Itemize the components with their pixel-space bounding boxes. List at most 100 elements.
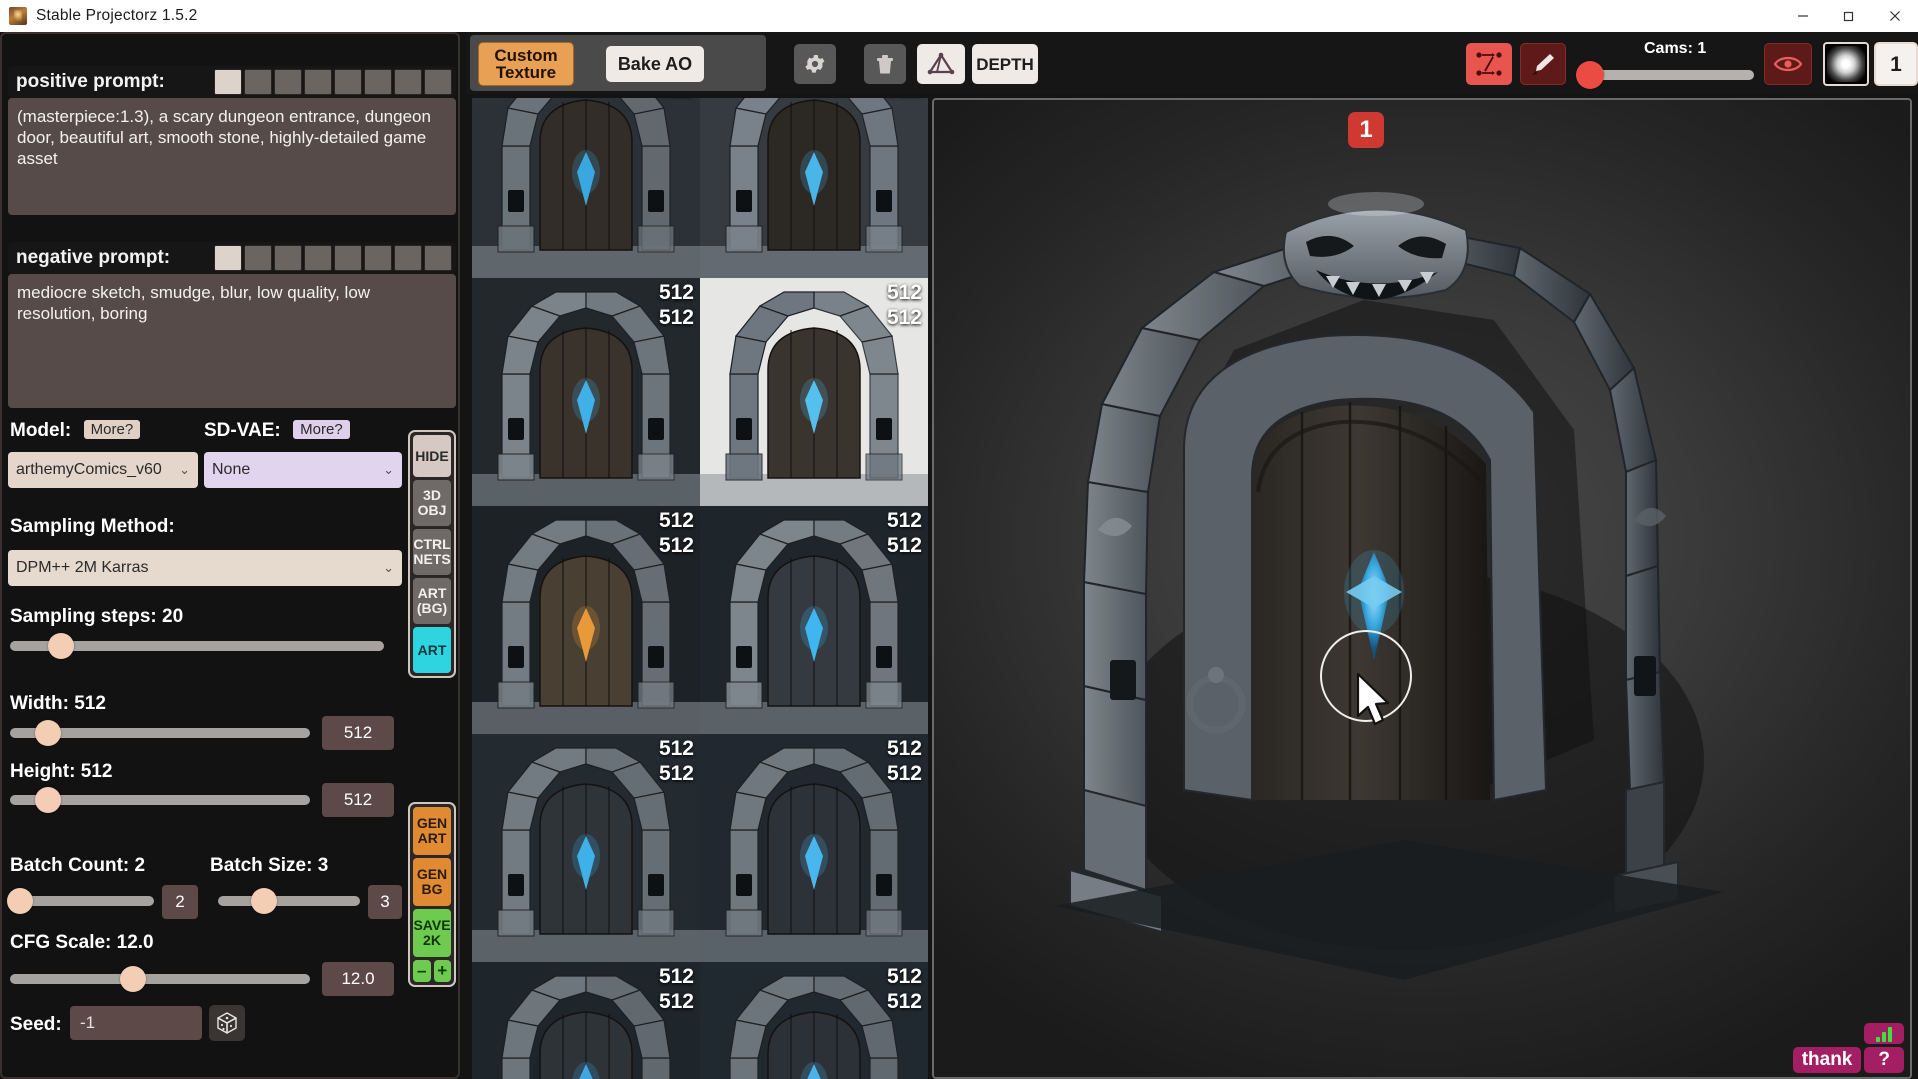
gen-bg-button[interactable]: GEN BG	[413, 858, 451, 906]
gallery-item[interactable]: 512512	[700, 506, 928, 734]
help-button[interactable]: ?	[1864, 1047, 1904, 1073]
close-icon[interactable]	[1872, 0, 1918, 32]
seed-input[interactable]: -1	[70, 1006, 202, 1040]
custom-texture-button[interactable]: Custom Texture	[478, 42, 574, 86]
neg-swatch-2[interactable]	[244, 245, 272, 271]
save-2k-button[interactable]: SAVE 2K	[413, 909, 451, 957]
cfg-scale-slider[interactable]	[10, 966, 310, 992]
trash-icon[interactable]	[864, 44, 906, 84]
mouse-pointer-icon	[1354, 672, 1396, 735]
gallery-item[interactable]: 512512	[472, 98, 700, 278]
sampling-steps-slider[interactable]	[10, 633, 384, 659]
ctrl-nets-button[interactable]: CTRL NETS	[413, 529, 451, 575]
cams-slider[interactable]	[1576, 61, 1754, 89]
minimize-icon[interactable]	[1780, 0, 1826, 32]
batch-size-knob[interactable]	[251, 888, 277, 914]
negative-prompt-input[interactable]: mediocre sketch, smudge, blur, low quali…	[8, 274, 456, 408]
positive-prompt-swatches[interactable]	[214, 69, 452, 95]
swatch-6[interactable]	[364, 69, 392, 95]
thumbnail-resolution: 512512	[887, 98, 922, 102]
gallery-item[interactable]: 512512	[700, 734, 928, 962]
decrease-button[interactable]: –	[413, 960, 431, 982]
sampling-steps-knob[interactable]	[48, 633, 74, 659]
gallery-item[interactable]: 512512	[700, 98, 928, 278]
maximize-icon[interactable]	[1826, 0, 1872, 32]
swatch-5[interactable]	[334, 69, 362, 95]
swatch-1[interactable]	[214, 69, 242, 95]
sampling-method-label: Sampling Method:	[10, 516, 175, 537]
model-more-button[interactable]: More?	[83, 420, 141, 439]
batch-size-label: Batch Size: 3	[210, 855, 329, 876]
seed-label: Seed:	[10, 1014, 62, 1035]
batch-count-value[interactable]: 2	[162, 885, 198, 919]
dice-icon[interactable]	[209, 1005, 245, 1041]
neg-swatch-8[interactable]	[424, 245, 452, 271]
gear-icon[interactable]	[794, 44, 836, 84]
cam-number-button[interactable]: 1	[1874, 42, 1918, 86]
thumbnail-door-art	[472, 98, 700, 278]
custom-texture-line1: Custom	[494, 46, 558, 65]
batch-count-knob[interactable]	[7, 888, 33, 914]
model-select[interactable]: arthemyComics_v60 ⌄	[8, 452, 198, 488]
gallery-item[interactable]: 512512	[472, 506, 700, 734]
hide-button[interactable]: HIDE	[413, 435, 451, 477]
cfg-scale-value[interactable]: 12.0	[322, 962, 394, 996]
art-button[interactable]: ART	[413, 627, 451, 673]
soft-brush-preview-icon[interactable]	[1823, 42, 1869, 86]
width-value[interactable]: 512	[322, 716, 394, 750]
gallery-item[interactable]: 512512	[700, 278, 928, 506]
bake-ao-label: Bake AO	[617, 53, 693, 74]
swatch-3[interactable]	[274, 69, 302, 95]
height-slider[interactable]	[10, 787, 310, 813]
swatch-7[interactable]	[394, 69, 422, 95]
height-value[interactable]: 512	[322, 783, 394, 817]
neg-swatch-1[interactable]	[214, 245, 242, 271]
bake-ao-button[interactable]: Bake AO	[606, 46, 704, 82]
swatch-2[interactable]	[244, 69, 272, 95]
batch-count-slider[interactable]	[7, 888, 154, 914]
sd-vae-select[interactable]: None ⌄	[204, 452, 402, 488]
batch-size-slider[interactable]	[218, 888, 360, 914]
thumbnail-resolution: 512512	[658, 965, 694, 1013]
negative-prompt-swatches[interactable]	[214, 245, 452, 271]
stats-button[interactable]	[1864, 1023, 1904, 1044]
gallery-item[interactable]: 512512	[472, 734, 700, 962]
thumbnail-resolution: 512512	[886, 509, 922, 557]
thumbnail-resolution: 512512	[886, 965, 922, 1013]
app-body: positive prompt: (masterpiece:1.3), a sc…	[0, 32, 1918, 1079]
sampling-method-select[interactable]: DPM++ 2M Karras ⌄	[8, 550, 402, 586]
3d-obj-button[interactable]: 3D OBJ	[413, 480, 451, 526]
vae-more-button[interactable]: More?	[293, 420, 350, 439]
neg-swatch-7[interactable]	[394, 245, 422, 271]
cfg-scale-knob[interactable]	[120, 966, 146, 992]
neg-swatch-6[interactable]	[364, 245, 392, 271]
swatch-4[interactable]	[304, 69, 332, 95]
save-2k-line2: 2K	[423, 932, 441, 948]
art-bg-button[interactable]: ART (BG)	[413, 578, 451, 624]
triangle-mesh-icon[interactable]	[917, 44, 965, 84]
cams-knob[interactable]	[1576, 61, 1604, 89]
generated-images-gallery[interactable]: 512 512 512 512 512 512 512 512 512 512 …	[472, 98, 928, 1079]
sd-vae-label: SD-VAE:	[204, 420, 281, 441]
thank-button[interactable]: thank	[1792, 1047, 1862, 1073]
camera-index-badge[interactable]: 1	[1348, 112, 1384, 148]
neg-swatch-5[interactable]	[334, 245, 362, 271]
batch-size-value[interactable]: 3	[368, 885, 402, 919]
neg-swatch-4[interactable]	[304, 245, 332, 271]
swatch-8[interactable]	[424, 69, 452, 95]
eye-icon[interactable]	[1764, 43, 1812, 85]
increase-button[interactable]: +	[433, 960, 451, 982]
gallery-item[interactable]: 512512	[700, 962, 928, 1079]
positive-prompt-input[interactable]: (masterpiece:1.3), a scary dungeon entra…	[8, 98, 456, 215]
neg-swatch-3[interactable]	[274, 245, 302, 271]
projection-nodes-icon[interactable]	[1466, 43, 1512, 85]
width-knob[interactable]	[35, 720, 61, 746]
3d-viewport[interactable]: 1 thank ?	[932, 98, 1912, 1079]
gen-art-button[interactable]: GEN ART	[413, 807, 451, 855]
gallery-item[interactable]: 512512	[472, 962, 700, 1079]
height-knob[interactable]	[35, 787, 61, 813]
gallery-item[interactable]: 512512	[472, 278, 700, 506]
paintbrush-icon[interactable]	[1520, 43, 1566, 85]
width-slider[interactable]	[10, 720, 310, 746]
depth-button[interactable]: DEPTH	[972, 44, 1038, 84]
